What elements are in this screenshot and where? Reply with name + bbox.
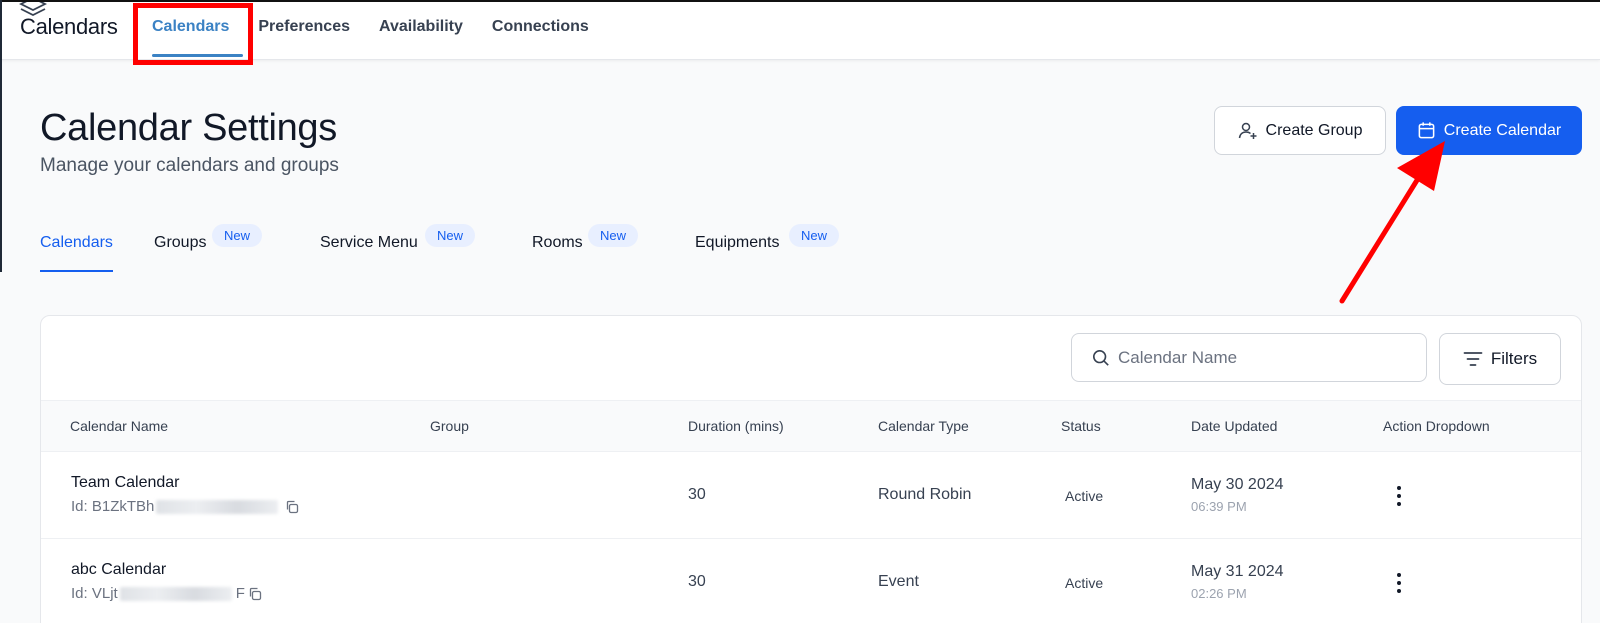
calendar-name[interactable]: Team Calendar bbox=[71, 474, 180, 492]
tab-equipments-label: Equipments bbox=[695, 234, 780, 251]
tab-calendars[interactable]: Calendars bbox=[40, 234, 113, 272]
create-group-label: Create Group bbox=[1265, 121, 1363, 139]
frame-border-left bbox=[0, 0, 2, 272]
tab-rooms[interactable]: Rooms New bbox=[532, 224, 639, 272]
new-badge: New bbox=[425, 224, 476, 247]
tab-rooms-label: Rooms bbox=[532, 234, 583, 251]
more-vertical-icon[interactable] bbox=[1391, 484, 1407, 508]
calendar-id-text: Id: VLjt bbox=[71, 585, 118, 602]
calendar-name[interactable]: abc Calendar bbox=[71, 561, 166, 579]
search-box[interactable] bbox=[1071, 333, 1427, 382]
search-input[interactable] bbox=[1118, 347, 1398, 368]
create-group-button[interactable]: Create Group bbox=[1214, 106, 1386, 155]
time-updated: 06:39 PM bbox=[1191, 499, 1247, 514]
tab-calendars-label: Calendars bbox=[40, 234, 113, 251]
column-header[interactable]: Status bbox=[1061, 418, 1101, 434]
new-badge: New bbox=[588, 224, 639, 247]
tab-groups-label: Groups bbox=[154, 234, 207, 251]
more-vertical-icon[interactable] bbox=[1391, 571, 1407, 595]
column-header[interactable]: Calendar Name bbox=[70, 418, 168, 434]
calendar-id: Id: VLjt F bbox=[71, 585, 262, 602]
new-badge: New bbox=[212, 224, 263, 247]
date-updated: May 30 2024 bbox=[1191, 476, 1284, 493]
table-row[interactable]: Team Calendar Id: B1ZkTBh 30 Round Robin… bbox=[41, 452, 1581, 539]
user-plus-icon bbox=[1238, 122, 1257, 139]
calendar-id-text: Id: B1ZkTBh bbox=[71, 498, 155, 515]
page-subtitle: Manage your calendars and groups bbox=[40, 155, 339, 176]
filter-icon bbox=[1463, 352, 1483, 366]
tab-service-menu[interactable]: Service Menu New bbox=[320, 224, 476, 272]
status-badge: Active bbox=[1065, 488, 1104, 504]
topnav-connections[interactable]: Connections bbox=[492, 18, 589, 58]
tab-groups[interactable]: Groups New bbox=[154, 224, 263, 272]
tab-service-menu-label: Service Menu bbox=[320, 234, 418, 251]
filters-button[interactable]: Filters bbox=[1439, 333, 1561, 385]
column-header[interactable]: Duration (mins) bbox=[688, 418, 784, 434]
filters-label: Filters bbox=[1490, 349, 1538, 368]
calendar-type: Event bbox=[878, 573, 919, 590]
calendar-type: Round Robin bbox=[878, 486, 972, 503]
copy-icon[interactable] bbox=[248, 587, 262, 601]
calendar-id: Id: B1ZkTBh bbox=[71, 498, 299, 515]
table-header: Calendar Name Group Duration (mins) Cale… bbox=[41, 400, 1581, 452]
column-header[interactable]: Group bbox=[430, 418, 469, 434]
copy-icon[interactable] bbox=[285, 500, 299, 514]
calendar-icon bbox=[1418, 122, 1435, 139]
topnav-preferences[interactable]: Preferences bbox=[258, 18, 350, 58]
annotation-highlight-box bbox=[133, 3, 253, 65]
calendars-table-card: Filters Calendar Name Group Duration (mi… bbox=[40, 315, 1582, 623]
table-row[interactable]: abc Calendar Id: VLjt F 30 Event Active … bbox=[41, 539, 1581, 623]
redacted-id bbox=[156, 499, 279, 514]
column-header[interactable]: Date Updated bbox=[1191, 418, 1277, 434]
time-updated: 02:26 PM bbox=[1191, 586, 1247, 601]
calendar-duration: 30 bbox=[688, 573, 706, 590]
redacted-id bbox=[119, 586, 232, 601]
create-calendar-button[interactable]: Create Calendar bbox=[1396, 106, 1582, 155]
calendar-logo-icon bbox=[19, 0, 47, 17]
calendar-id-suffix: F bbox=[235, 585, 245, 602]
calendar-duration: 30 bbox=[688, 486, 706, 503]
tab-equipments[interactable]: Equipments New bbox=[695, 224, 840, 272]
frame-border-top bbox=[0, 0, 1600, 2]
new-badge: New bbox=[789, 224, 840, 247]
column-header: Action Dropdown bbox=[1383, 418, 1490, 434]
main-content: Calendar Settings Manage your calendars … bbox=[0, 60, 1600, 623]
create-calendar-label: Create Calendar bbox=[1443, 121, 1562, 139]
status-badge: Active bbox=[1065, 575, 1104, 591]
date-updated: May 31 2024 bbox=[1191, 563, 1284, 580]
search-icon bbox=[1092, 349, 1109, 366]
column-header[interactable]: Calendar Type bbox=[878, 418, 969, 434]
page-title: Calendar Settings bbox=[40, 107, 337, 149]
topnav-availability[interactable]: Availability bbox=[379, 18, 463, 58]
